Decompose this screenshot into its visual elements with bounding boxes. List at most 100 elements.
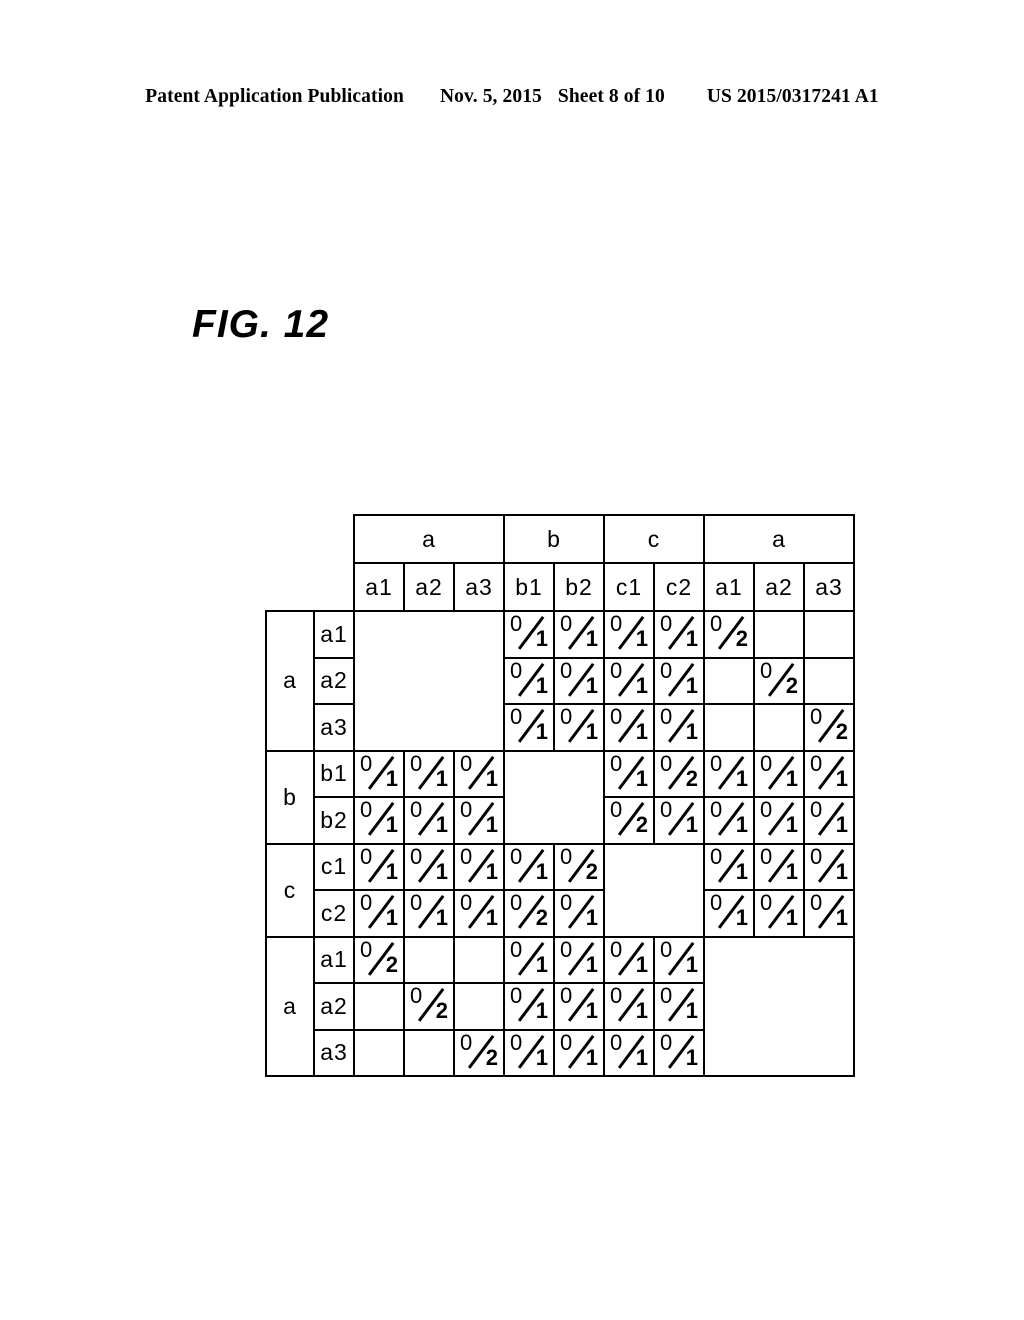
matrix-cell-7-3: 01 <box>503 935 555 984</box>
matrix-cell-3-0: 01 <box>353 749 405 798</box>
matrix-hatch-block <box>503 749 605 845</box>
row-header-b1-3: b1 <box>313 749 355 798</box>
matrix-cell-6-7: 01 <box>703 889 755 938</box>
matrix-cell-1-3: 01 <box>503 656 555 705</box>
fraction-glyph: 01 <box>810 843 849 884</box>
fraction-glyph: 01 <box>410 843 449 884</box>
matrix-cell-5-3: 01 <box>503 842 555 891</box>
matrix-cell-8-4: 01 <box>553 982 605 1031</box>
patent-publication-label: Patent Application Publication <box>145 86 404 107</box>
fraction-glyph: 01 <box>610 704 649 745</box>
fraction-glyph: 02 <box>710 611 749 652</box>
matrix-cell-3-2: 01 <box>453 749 505 798</box>
matrix-cell-0-5: 01 <box>603 610 655 659</box>
fraction-glyph: 02 <box>410 983 449 1024</box>
fraction-glyph: 01 <box>710 797 749 838</box>
matrix-cell-0-3: 01 <box>503 610 555 659</box>
row-header-a3-2: a3 <box>313 703 355 752</box>
matrix-cell-0-6: 01 <box>653 610 705 659</box>
matrix-cell-5-8: 01 <box>753 842 805 891</box>
fraction-glyph: 01 <box>810 750 849 791</box>
relation-matrix-table: a b c a a1 a2 a3 b1 b2 c1 c2 a1 a2 a3 a a1 0 1 0 1 0 1 0 1 0 2 a2 0… <box>265 514 855 1077</box>
matrix-row: a a1 0 2 0 1 0 1 0 1 0 1 <box>265 935 855 1077</box>
fraction-glyph: 01 <box>610 983 649 1024</box>
fraction-glyph: 01 <box>410 750 449 791</box>
fraction-glyph: 01 <box>560 611 599 652</box>
column-header-b2-4: b2 <box>553 562 605 612</box>
matrix-cell-2-7 <box>703 703 755 752</box>
column-header-c1-5: c1 <box>603 562 655 612</box>
fraction-glyph: 01 <box>760 750 799 791</box>
column-header-a1-7: a1 <box>703 562 755 612</box>
matrix-cell-6-8: 01 <box>753 889 805 938</box>
fraction-glyph: 01 <box>710 890 749 931</box>
matrix-row: a a1 0 1 0 1 0 1 0 1 0 2 <box>265 610 855 752</box>
column-header-a3-2: a3 <box>453 562 505 612</box>
fraction-glyph: 01 <box>360 890 399 931</box>
matrix-cell-7-1 <box>403 935 455 984</box>
patent-date-label: Nov. 5, 2015 <box>439 86 542 107</box>
fraction-glyph: 01 <box>760 890 799 931</box>
matrix-cell-7-6: 01 <box>653 935 705 984</box>
relation-matrix: a b c a a1 a2 a3 b1 b2 c1 c2 a1 a2 a3 a a1 0 1 0 1 0 1 0 1 0 2 a2 0… <box>265 514 855 1077</box>
matrix-cell-8-2 <box>453 982 505 1031</box>
matrix-cell-1-7 <box>703 656 755 705</box>
matrix-cell-3-8: 01 <box>753 749 805 798</box>
fraction-glyph: 02 <box>760 657 799 698</box>
fraction-glyph: 01 <box>610 1029 649 1070</box>
matrix-cell-8-3: 01 <box>503 982 555 1031</box>
fraction-glyph: 01 <box>610 750 649 791</box>
fraction-glyph: 01 <box>460 843 499 884</box>
fraction-glyph: 01 <box>660 983 699 1024</box>
matrix-cell-2-8 <box>753 703 805 752</box>
fraction-glyph: 02 <box>810 704 849 745</box>
row-header-c1-5: c1 <box>313 842 355 891</box>
column-header-row: a1 a2 a3 b1 b2 c1 c2 a1 a2 a3 <box>266 562 855 612</box>
matrix-cell-4-0: 01 <box>353 796 405 845</box>
matrix-cell-6-9: 01 <box>803 889 855 938</box>
row-header-c2-6: c2 <box>313 889 355 938</box>
fraction-glyph: 01 <box>360 843 399 884</box>
fraction-glyph: 01 <box>710 750 749 791</box>
matrix-cell-1-4: 01 <box>553 656 605 705</box>
matrix-cell-6-1: 01 <box>403 889 455 938</box>
column-group-header-0: a <box>353 514 505 564</box>
matrix-cell-1-5: 01 <box>603 656 655 705</box>
matrix-cell-1-8: 02 <box>753 656 805 705</box>
matrix-hatch-block <box>603 842 705 938</box>
fraction-glyph: 01 <box>560 704 599 745</box>
matrix-cell-4-9: 01 <box>803 796 855 845</box>
matrix-cell-4-6: 01 <box>653 796 705 845</box>
matrix-cell-5-9: 01 <box>803 842 855 891</box>
fraction-glyph: 01 <box>660 1029 699 1070</box>
matrix-cell-3-9: 01 <box>803 749 855 798</box>
matrix-cell-4-2: 01 <box>453 796 505 845</box>
fraction-glyph: 01 <box>460 890 499 931</box>
column-header-a1-0: a1 <box>353 562 405 612</box>
fraction-glyph: 01 <box>660 936 699 977</box>
fraction-glyph: 01 <box>610 657 649 698</box>
matrix-row: b b1 0 1 0 1 0 1 0 1 0 2 0 1 0 1 0 1 <box>265 749 855 845</box>
patent-sheet-label: Sheet 8 of 10 <box>557 86 665 107</box>
matrix-cell-7-2 <box>453 935 505 984</box>
matrix-corner-blank <box>266 563 354 611</box>
matrix-cell-4-7: 01 <box>703 796 755 845</box>
column-header-a2-8: a2 <box>753 562 805 612</box>
matrix-cell-6-3: 02 <box>503 889 555 938</box>
row-header-a1-0: a1 <box>313 610 355 659</box>
matrix-cell-5-2: 01 <box>453 842 505 891</box>
fraction-glyph: 01 <box>510 843 549 884</box>
matrix-cell-2-5: 01 <box>603 703 655 752</box>
matrix-hatch-block <box>703 935 855 1077</box>
matrix-cell-9-2: 02 <box>453 1028 505 1077</box>
matrix-cell-6-0: 01 <box>353 889 405 938</box>
patent-number-label: US 2015/0317241 A1 <box>706 86 879 107</box>
matrix-cell-6-2: 01 <box>453 889 505 938</box>
matrix-cell-4-1: 01 <box>403 796 455 845</box>
fraction-glyph: 01 <box>560 890 599 931</box>
fraction-glyph: 01 <box>510 936 549 977</box>
fraction-glyph: 01 <box>510 611 549 652</box>
fraction-glyph: 01 <box>610 611 649 652</box>
row-group-header-7: a <box>265 935 315 1077</box>
matrix-cell-8-5: 01 <box>603 982 655 1031</box>
